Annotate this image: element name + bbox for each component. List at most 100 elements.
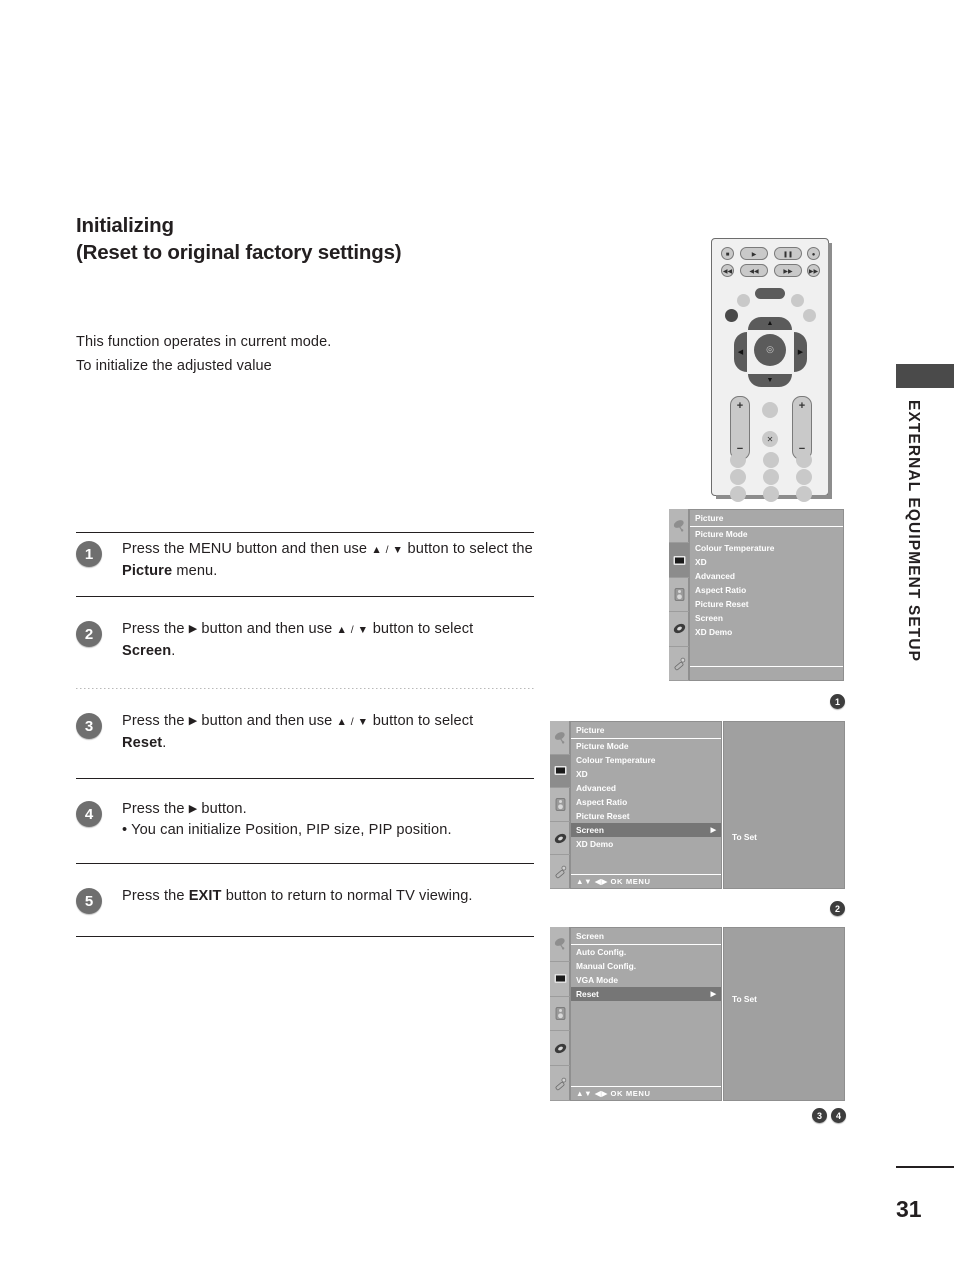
- osd3-audio-icon-cell[interactable]: [550, 997, 570, 1032]
- osd3-item-2[interactable]: VGA Mode: [571, 973, 721, 987]
- osd3-menu: Screen Auto Config. Manual Config. VGA M…: [570, 927, 722, 1101]
- channel-plus-label: +: [798, 400, 806, 412]
- numeric-key-8[interactable]: [763, 486, 779, 502]
- osd2-picture-icon-cell[interactable]: [550, 754, 570, 789]
- satellite-icon: [673, 520, 684, 532]
- step-2: 2 Press the ▶ button and then use ▲ / ▼ …: [76, 597, 534, 688]
- osd1-item-5[interactable]: Picture Reset: [690, 597, 843, 611]
- dpad-left-icon: ◀: [737, 349, 744, 356]
- osd1-setup-icon-cell[interactable]: [669, 647, 689, 681]
- osd1-menu-title: Picture: [690, 510, 843, 527]
- input-button[interactable]: [725, 309, 738, 322]
- osd1-item-1[interactable]: Colour Temperature: [690, 541, 843, 555]
- step-4-badge: 4: [76, 801, 102, 827]
- osd3-item-3-selected[interactable]: Reset ▶: [571, 987, 721, 1001]
- osd2-audio-icon-cell[interactable]: [550, 788, 570, 822]
- next-track-icon: ▶▶: [808, 269, 819, 275]
- ok-center-icon: ◎: [766, 344, 774, 354]
- osd3-setup-icon-cell[interactable]: [550, 1066, 570, 1101]
- osd2-item-1[interactable]: Colour Temperature: [571, 753, 721, 767]
- osd2-step-marker: 2: [830, 901, 845, 916]
- channel-rocker[interactable]: + −: [792, 396, 812, 460]
- osd1-item-4[interactable]: Aspect Ratio: [690, 583, 843, 597]
- numeric-key-1[interactable]: [730, 452, 746, 468]
- osd2-satellite-icon-cell[interactable]: [550, 721, 570, 755]
- numeric-key-2[interactable]: [763, 452, 779, 468]
- footer-divider: [896, 1166, 954, 1168]
- stop-button[interactable]: ■: [721, 247, 734, 260]
- audio-icon: [555, 1007, 565, 1020]
- section-tab: EXTERNAL EQUIPMENT SETUP: [896, 364, 954, 662]
- osd2-item-4[interactable]: Aspect Ratio: [571, 795, 721, 809]
- picture-icon: [554, 766, 566, 776]
- step-2-text-a: Press the: [122, 621, 189, 637]
- numeric-key-5[interactable]: [763, 469, 779, 485]
- osd2-setup-icon-cell[interactable]: [550, 855, 570, 889]
- page-title-line-1: Initializing: [76, 214, 174, 237]
- numeric-key-7[interactable]: [730, 486, 746, 502]
- exit-button[interactable]: [791, 294, 804, 307]
- osd1-menu: Picture Picture Mode Colour Temperature …: [689, 509, 844, 681]
- osd3-icon-column: [550, 927, 570, 1101]
- osd2-item-7[interactable]: XD Demo: [571, 837, 721, 851]
- remote-shadow-right: [828, 243, 832, 499]
- osd1-satellite-icon-cell[interactable]: [669, 509, 689, 544]
- osd3-item-1[interactable]: Manual Config.: [571, 959, 721, 973]
- step-5-text: Press the EXIT button to return to norma…: [122, 886, 473, 907]
- osd1-item-0[interactable]: Picture Mode: [690, 527, 843, 541]
- setup-icon: [555, 865, 566, 879]
- osd2-item-0[interactable]: Picture Mode: [571, 739, 721, 753]
- rewind-button[interactable]: ◀◀: [740, 264, 768, 277]
- favourite-button[interactable]: [762, 402, 778, 418]
- numeric-key-9[interactable]: [796, 486, 812, 502]
- osd2-item-3[interactable]: Advanced: [571, 781, 721, 795]
- menu-button[interactable]: [737, 294, 750, 307]
- step-4-text-a: Press the: [122, 801, 189, 817]
- osd3-step-marker-3: 3: [812, 1108, 827, 1123]
- next-track-button[interactable]: ▶▶: [807, 264, 820, 277]
- power-button[interactable]: [755, 288, 785, 299]
- volume-rocker[interactable]: + −: [730, 396, 750, 460]
- play-button[interactable]: ▶: [740, 247, 768, 260]
- osd1-time-icon-cell[interactable]: [669, 612, 689, 647]
- osd3-item-3-label: Reset: [576, 989, 599, 999]
- osd1-picture-icon-cell[interactable]: [669, 543, 689, 578]
- osd2-time-icon-cell[interactable]: [550, 822, 570, 856]
- osd1-item-2[interactable]: XD: [690, 555, 843, 569]
- prev-track-button[interactable]: ◀◀: [721, 264, 734, 277]
- numeric-key-6[interactable]: [796, 469, 812, 485]
- info-button[interactable]: [803, 309, 816, 322]
- record-button[interactable]: ●: [807, 247, 820, 260]
- osd3-satellite-icon-cell[interactable]: [550, 927, 570, 962]
- chevron-right-icon: ▶: [710, 991, 716, 998]
- osd1-item-6[interactable]: Screen: [690, 611, 843, 625]
- audio-icon: [555, 798, 565, 811]
- osd1-item-7[interactable]: XD Demo: [690, 625, 843, 639]
- step-1-text-a: Press the MENU button and then use: [122, 541, 372, 557]
- mute-icon: ✕: [766, 435, 774, 444]
- osd1-audio-icon-cell[interactable]: [669, 578, 689, 613]
- osd2-item-2[interactable]: XD: [571, 767, 721, 781]
- step-5: 5 Press the EXIT button to return to nor…: [76, 864, 534, 936]
- osd2-item-5[interactable]: Picture Reset: [571, 809, 721, 823]
- step-4-text-b: button.: [197, 801, 247, 817]
- osd3-item-0[interactable]: Auto Config.: [571, 945, 721, 959]
- intro-line-1: This function operates in current mode.: [76, 334, 332, 350]
- osd3-picture-icon-cell[interactable]: [550, 962, 570, 997]
- osd2-item-6-selected[interactable]: Screen ▶: [571, 823, 721, 837]
- fast-forward-button[interactable]: ▶▶: [774, 264, 802, 277]
- step-1-text-c: menu.: [172, 563, 218, 579]
- step-1-bold: Picture: [122, 563, 173, 579]
- osd2-right-pane: To Set: [723, 721, 845, 889]
- osd2-to-set-label: To Set: [732, 832, 757, 842]
- osd1-item-3[interactable]: Advanced: [690, 569, 843, 583]
- osd3-time-icon-cell[interactable]: [550, 1031, 570, 1067]
- tv-remote-control: ■ ▶ ❚❚ ● ◀◀ ◀◀ ▶▶ ▶▶ ◎ ▲ ▼ ◀ ▶ + − + − ✕: [711, 238, 832, 502]
- numeric-key-3[interactable]: [796, 452, 812, 468]
- step-4-text: Press the ▶ button. • You can initialize …: [122, 799, 452, 841]
- step-3-text-d: .: [162, 735, 167, 751]
- pause-button[interactable]: ❚❚: [774, 247, 802, 260]
- step-1-text: Press the MENU button and then use ▲ / ▼…: [122, 539, 534, 582]
- osd3-menu-title: Screen: [571, 928, 721, 945]
- numeric-key-4[interactable]: [730, 469, 746, 485]
